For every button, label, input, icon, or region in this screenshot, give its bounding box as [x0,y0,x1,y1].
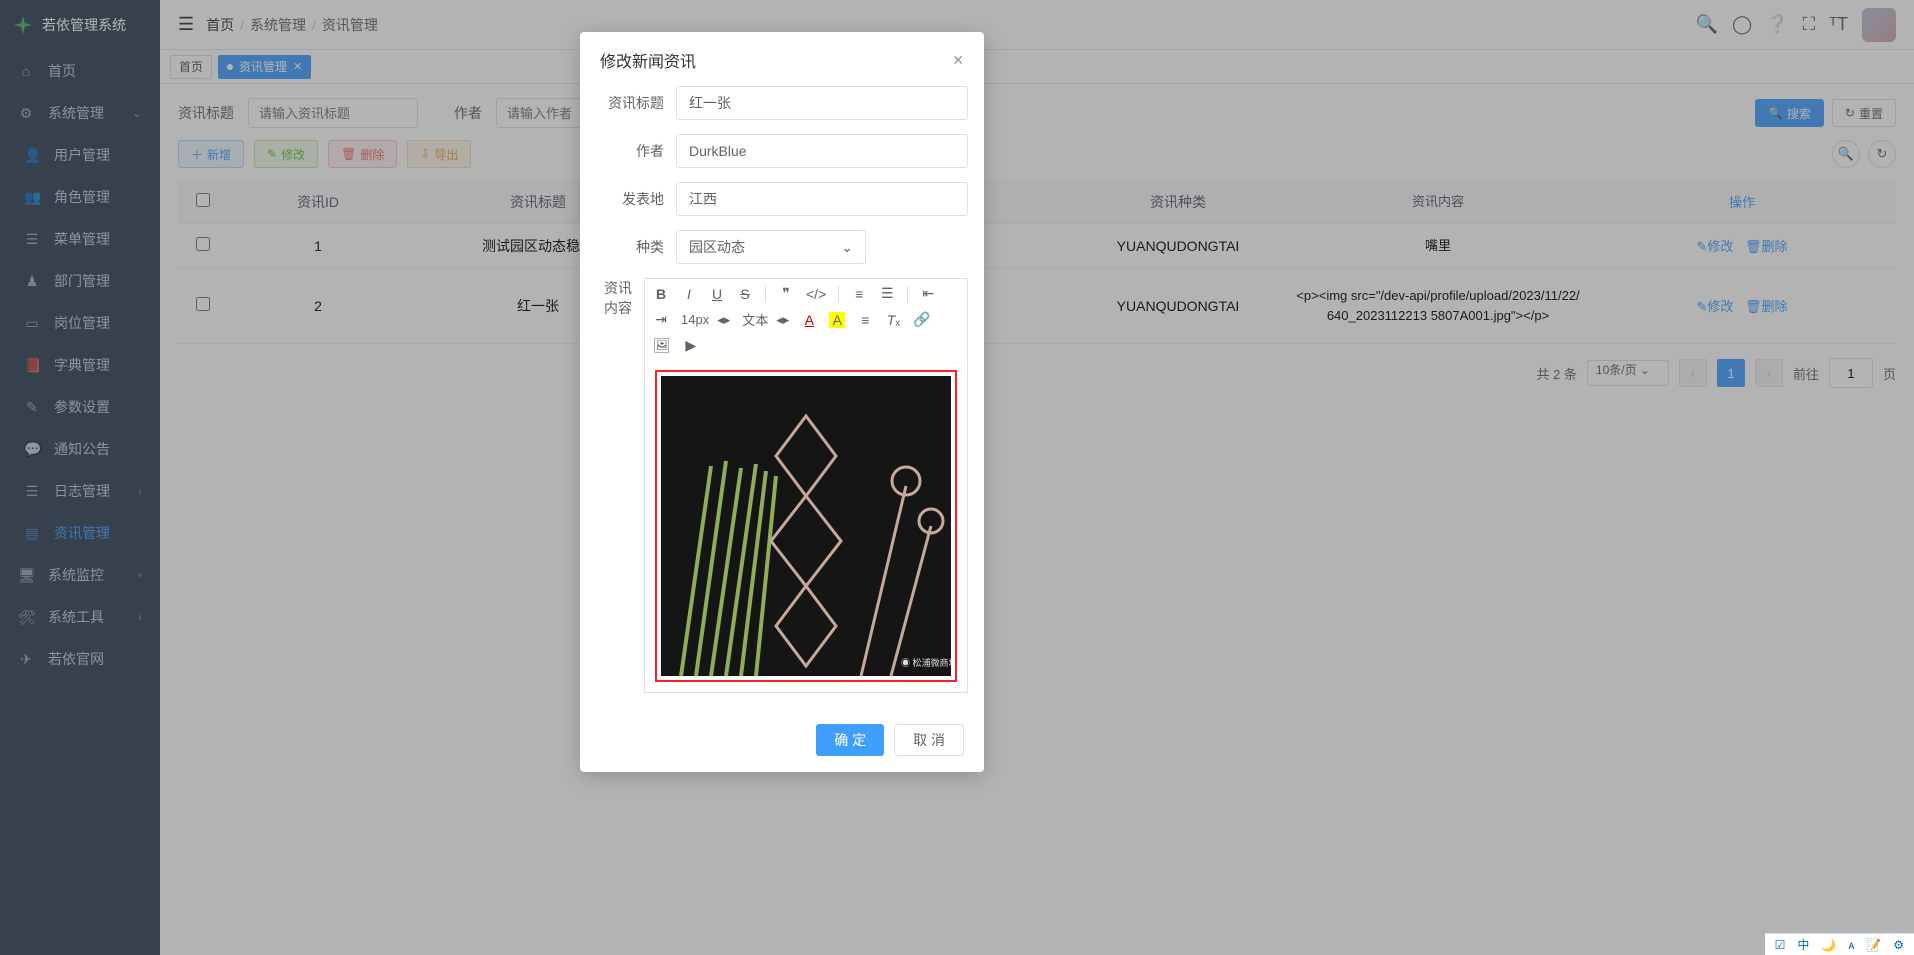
ol-icon[interactable]: ≡ [851,286,867,302]
modal-title: 修改新闻资讯 [600,48,696,72]
image-icon[interactable]: 🖼 [653,337,671,354]
status-ime[interactable]: 中 [1793,936,1813,953]
font-color-icon[interactable]: A [801,312,817,328]
indent-icon[interactable]: ⇥ [653,311,669,328]
quote-icon[interactable]: ❞ [778,285,794,302]
editor-toolbar: B I U S ❞ </> ≡ ☰ ⇤ ⇥ 14px◂▸ 文本◂▸ A A [644,278,968,360]
status-moon-icon[interactable]: 🌙 [1817,938,1840,952]
underline-icon[interactable]: U [709,286,725,302]
status-note-icon[interactable]: 📝 [1862,938,1885,952]
strike-icon[interactable]: S [737,286,753,302]
modal-close-icon[interactable]: ✕ [952,52,964,69]
cancel-button[interactable]: 取 消 [894,724,964,756]
confirm-button[interactable]: 确 定 [816,724,884,756]
news-author-input[interactable] [676,134,968,168]
text-style-select[interactable]: 文本◂▸ [742,310,789,329]
inserted-image[interactable]: ◉ 松浦微商城 [661,376,951,676]
ul-icon[interactable]: ☰ [879,285,895,302]
news-kind-select[interactable]: 园区动态⌄ [676,230,866,264]
news-place-input[interactable] [676,182,968,216]
svg-text:◉ 松浦微商城: ◉ 松浦微商城 [901,657,951,668]
editor-content[interactable]: ◉ 松浦微商城 [644,360,968,693]
outdent-icon[interactable]: ⇤ [920,285,936,302]
italic-icon[interactable]: I [681,286,697,302]
status-bar: ☑ 中 🌙 ᴀ 📝 ⚙ [1765,933,1914,955]
image-selection-box[interactable]: ◉ 松浦微商城 [655,370,957,682]
modal-header: 修改新闻资讯 ✕ [580,32,984,82]
video-icon[interactable]: ▶ [683,337,699,354]
status-check-icon[interactable]: ☑ [1771,938,1790,952]
modal-footer: 确 定 取 消 [580,714,984,772]
edit-news-modal: 修改新闻资讯 ✕ 资讯标题 作者 发表地 种类 园区动态⌄ 资讯内容 B [580,32,984,772]
bg-color-icon[interactable]: A [829,312,845,328]
bold-icon[interactable]: B [653,286,669,302]
chevron-down-icon: ⌄ [841,239,853,256]
status-translate-icon[interactable]: ᴀ [1844,938,1858,952]
status-gear-icon[interactable]: ⚙ [1889,938,1908,952]
modal-body: 资讯标题 作者 发表地 种类 园区动态⌄ 资讯内容 B I U S [580,82,984,714]
font-size-select[interactable]: 14px◂▸ [681,312,730,328]
align-icon[interactable]: ≡ [857,312,873,328]
code-icon[interactable]: </> [806,286,826,302]
link-icon[interactable]: 🔗 [913,311,930,328]
clear-format-icon[interactable]: Tₓ [885,312,901,328]
news-title-input[interactable] [676,86,968,120]
